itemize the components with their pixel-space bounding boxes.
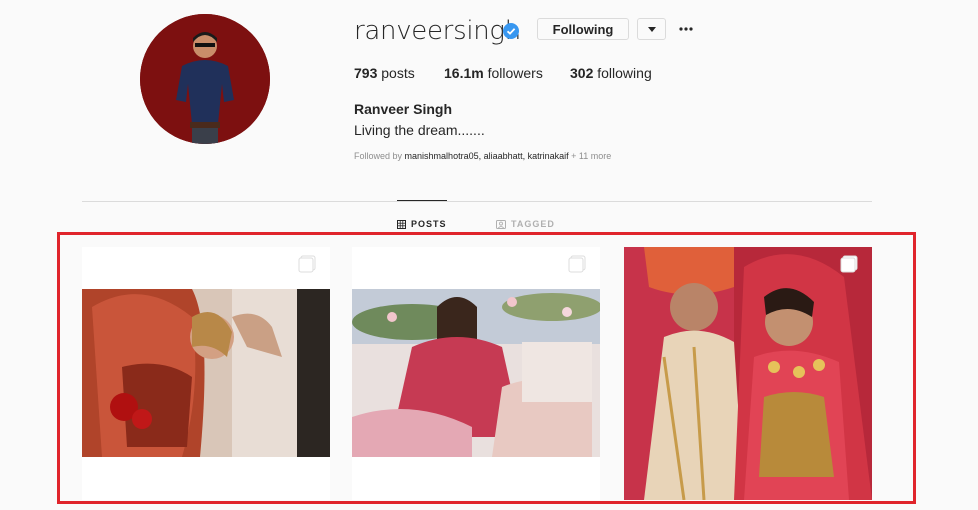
more-options-icon bbox=[679, 27, 693, 31]
posts-count-value: 793 bbox=[354, 65, 378, 81]
followed-by-names: manishmalhotra05, aliaabhatt, katrinakai… bbox=[404, 151, 569, 161]
profile-username: ranveersingh bbox=[354, 16, 521, 46]
following-count[interactable]: 302 following bbox=[570, 65, 652, 81]
posts-count-label: posts bbox=[381, 65, 415, 81]
followers-count-value: 16.1m bbox=[444, 65, 484, 81]
suggested-accounts-button[interactable] bbox=[637, 18, 666, 40]
profile-bio: Living the dream....... bbox=[354, 122, 485, 138]
followed-by[interactable]: Followed by manishmalhotra05, aliaabhatt… bbox=[354, 151, 611, 161]
avatar-image bbox=[140, 14, 270, 144]
posts-count: 793 posts bbox=[354, 65, 415, 81]
followed-by-more: + 11 more bbox=[571, 151, 612, 161]
active-tab-indicator bbox=[397, 200, 447, 201]
grid-icon bbox=[397, 219, 406, 229]
tabs-divider bbox=[82, 201, 872, 202]
tagged-icon bbox=[496, 219, 506, 229]
followers-count[interactable]: 16.1m followers bbox=[444, 65, 543, 81]
highlight-annotation bbox=[57, 232, 916, 504]
followed-by-prefix: Followed by bbox=[354, 151, 403, 161]
profile-avatar[interactable] bbox=[140, 14, 270, 144]
following-button-label: Following bbox=[552, 21, 614, 37]
more-options-button[interactable] bbox=[676, 18, 696, 40]
following-button[interactable]: Following bbox=[537, 18, 629, 40]
tab-tagged-label: TAGGED bbox=[511, 219, 555, 229]
tab-posts-label: POSTS bbox=[411, 219, 447, 229]
profile-full-name: Ranveer Singh bbox=[354, 101, 453, 117]
tab-posts[interactable]: POSTS bbox=[397, 219, 447, 229]
followers-count-label: followers bbox=[487, 65, 543, 81]
tab-tagged[interactable]: TAGGED bbox=[496, 219, 555, 229]
chevron-down-icon bbox=[647, 26, 656, 32]
following-count-label: following bbox=[597, 65, 652, 81]
verified-badge-icon bbox=[503, 23, 519, 39]
following-count-value: 302 bbox=[570, 65, 594, 81]
